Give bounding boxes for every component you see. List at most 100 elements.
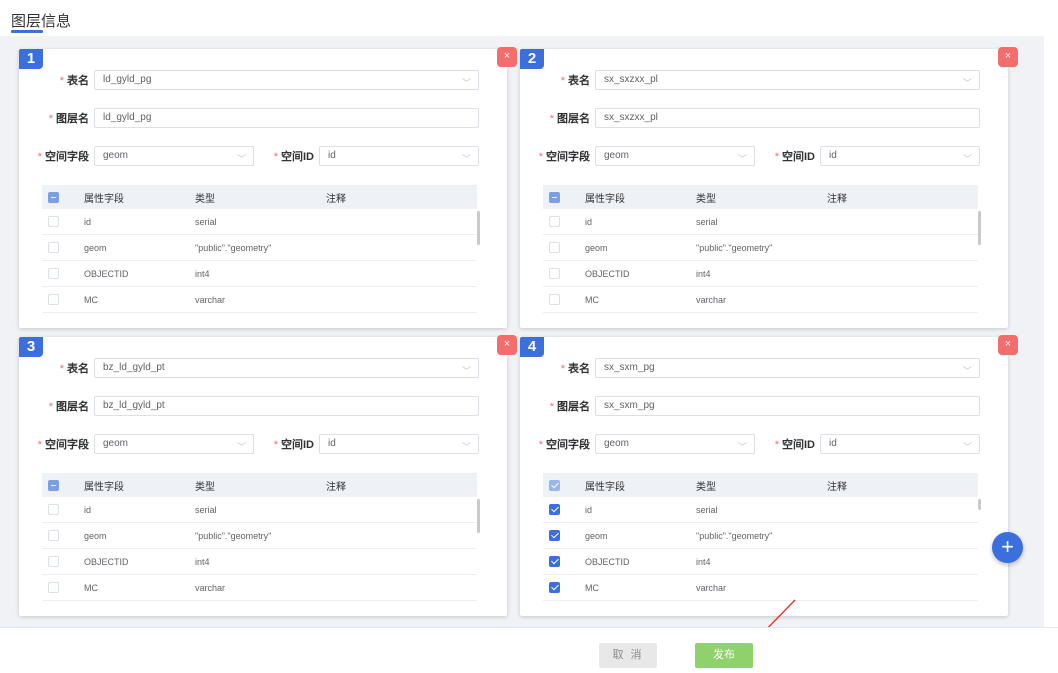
row-field: MC bbox=[84, 294, 98, 305]
layer-name-input[interactable]: sx_sxm_pg bbox=[595, 396, 980, 416]
card-number: 3 bbox=[19, 337, 43, 357]
card-number: 4 bbox=[520, 337, 544, 357]
app-root: 图层信息 1 × * 表名 ld_gyld_pg ﹀ * 图层名 ld_gyld_pg… bbox=[0, 0, 1058, 673]
table-row: id serial bbox=[42, 209, 477, 235]
layer-card-2: 2 × * 表名 sx_sxzxx_pl ﹀ * 图层名 sx_sxzxx_pl * 空… bbox=[520, 47, 1018, 328]
page-title: 图层信息 bbox=[11, 13, 72, 30]
row-checkbox[interactable] bbox=[549, 216, 560, 227]
row-checkbox[interactable] bbox=[48, 242, 59, 253]
select-all-checkbox[interactable] bbox=[48, 479, 59, 491]
chevron-down-icon: ﹀ bbox=[461, 442, 471, 452]
chevron-down-icon: ﹀ bbox=[461, 366, 471, 376]
layer-name-row: * 图层名 ld_gyld_pg bbox=[19, 108, 479, 128]
spatial-id-select[interactable]: id ﹀ bbox=[820, 434, 980, 454]
spatial-field-select[interactable]: geom ﹀ bbox=[595, 146, 755, 166]
table-row: geom "public"."geometry" bbox=[42, 523, 477, 549]
table-name-select[interactable]: sx_sxzxx_pl ﹀ bbox=[595, 70, 980, 90]
row-checkbox[interactable] bbox=[549, 556, 560, 567]
col-note-header: 注释 bbox=[827, 193, 847, 205]
table-row: OBJECTID int4 bbox=[543, 261, 978, 287]
row-checkbox[interactable] bbox=[549, 582, 560, 593]
layer-name-input[interactable]: ld_gyld_pg bbox=[94, 108, 479, 128]
close-icon[interactable]: × bbox=[497, 335, 517, 355]
row-checkbox[interactable] bbox=[549, 504, 560, 515]
publish-button[interactable]: 发布 bbox=[695, 643, 753, 668]
row-checkbox[interactable] bbox=[549, 294, 560, 305]
attribute-table: 属性字段 类型 注释 id serial geom "public"."geomet… bbox=[543, 473, 978, 601]
row-field: geom bbox=[84, 242, 107, 253]
spatial-field-select[interactable]: geom ﹀ bbox=[595, 434, 755, 454]
card-number: 1 bbox=[19, 49, 43, 69]
chevron-down-icon: ﹀ bbox=[737, 442, 747, 452]
row-field: MC bbox=[585, 582, 599, 593]
spatial-field-select[interactable]: geom ﹀ bbox=[94, 434, 254, 454]
layer-name-input[interactable]: sx_sxzxx_pl bbox=[595, 108, 980, 128]
row-type: varchar bbox=[696, 294, 727, 305]
table-name-row: * 表名 bz_ld_gyld_pt ﹀ bbox=[19, 358, 479, 378]
table-row: OBJECTID int4 bbox=[42, 261, 477, 287]
row-checkbox[interactable] bbox=[48, 294, 59, 305]
row-field: geom bbox=[84, 530, 107, 541]
col-attr-header: 属性字段 bbox=[585, 193, 625, 205]
col-note-header: 注释 bbox=[326, 481, 346, 493]
table-scrollbar[interactable] bbox=[978, 499, 981, 510]
layer-name-label: * 图层名 bbox=[549, 113, 590, 125]
row-type: int4 bbox=[696, 556, 711, 567]
spatial-row: * 空间字段 geom ﹀ * 空间ID id ﹀ bbox=[520, 146, 980, 166]
select-all-checkbox[interactable] bbox=[549, 191, 560, 203]
spatial-id-select[interactable]: id ﹀ bbox=[319, 434, 479, 454]
row-type: "public"."geometry" bbox=[696, 242, 773, 253]
table-name-select[interactable]: ld_gyld_pg ﹀ bbox=[94, 70, 479, 90]
table-scrollbar[interactable] bbox=[477, 211, 480, 245]
attribute-table: 属性字段 类型 注释 id serial geom "public"."geomet… bbox=[42, 473, 477, 601]
spatial-id-label: * 空间ID bbox=[774, 151, 815, 163]
close-icon[interactable]: × bbox=[998, 47, 1018, 67]
layer-name-row: * 图层名 sx_sxm_pg bbox=[520, 396, 980, 416]
spatial-id-select[interactable]: id ﹀ bbox=[319, 146, 479, 166]
row-type: int4 bbox=[696, 268, 711, 279]
row-checkbox[interactable] bbox=[549, 268, 560, 279]
row-checkbox[interactable] bbox=[48, 530, 59, 541]
spatial-field-label: * 空间字段 bbox=[538, 151, 590, 163]
row-checkbox[interactable] bbox=[48, 504, 59, 515]
spatial-field-label: * 空间字段 bbox=[37, 151, 89, 163]
table-scrollbar[interactable] bbox=[477, 499, 480, 533]
row-field: id bbox=[585, 216, 593, 227]
row-type: "public"."geometry" bbox=[195, 530, 272, 541]
row-field: id bbox=[585, 504, 593, 515]
row-checkbox[interactable] bbox=[549, 242, 560, 253]
close-icon[interactable]: × bbox=[998, 335, 1018, 355]
table-row: geom "public"."geometry" bbox=[42, 235, 477, 261]
col-attr-header: 属性字段 bbox=[585, 481, 625, 493]
table-name-select[interactable]: bz_ld_gyld_pt ﹀ bbox=[94, 358, 479, 378]
select-all-checkbox[interactable] bbox=[48, 191, 59, 203]
close-icon[interactable]: × bbox=[497, 47, 517, 67]
cancel-button[interactable]: 取 消 bbox=[599, 643, 657, 668]
spatial-id-select[interactable]: id ﹀ bbox=[820, 146, 980, 166]
table-header: 属性字段 类型 注释 bbox=[42, 473, 477, 497]
layer-name-input[interactable]: bz_ld_gyld_pt bbox=[94, 396, 479, 416]
table-row: MC varchar bbox=[42, 287, 477, 313]
table-row: MC varchar bbox=[543, 287, 978, 313]
row-checkbox[interactable] bbox=[48, 582, 59, 593]
row-checkbox[interactable] bbox=[48, 216, 59, 227]
plus-icon: + bbox=[1001, 534, 1014, 559]
spatial-row: * 空间字段 geom ﹀ * 空间ID id ﹀ bbox=[19, 434, 479, 454]
row-field: OBJECTID bbox=[84, 268, 129, 279]
select-all-checkbox[interactable] bbox=[549, 479, 560, 491]
add-layer-button[interactable]: + bbox=[992, 532, 1023, 563]
table-row: OBJECTID int4 bbox=[543, 549, 978, 575]
col-type-header: 类型 bbox=[195, 481, 215, 493]
row-checkbox[interactable] bbox=[48, 556, 59, 567]
layer-name-row: * 图层名 sx_sxzxx_pl bbox=[520, 108, 980, 128]
table-scrollbar[interactable] bbox=[978, 211, 981, 245]
col-type-header: 类型 bbox=[696, 193, 716, 205]
row-checkbox[interactable] bbox=[549, 530, 560, 541]
layer-name-label: * 图层名 bbox=[48, 401, 89, 413]
footer-bar: 取 消 发布 bbox=[0, 627, 1058, 673]
row-checkbox[interactable] bbox=[48, 268, 59, 279]
row-field: OBJECTID bbox=[84, 556, 129, 567]
table-name-select[interactable]: sx_sxm_pg ﹀ bbox=[595, 358, 980, 378]
spatial-field-select[interactable]: geom ﹀ bbox=[94, 146, 254, 166]
layer-name-row: * 图层名 bz_ld_gyld_pt bbox=[19, 396, 479, 416]
